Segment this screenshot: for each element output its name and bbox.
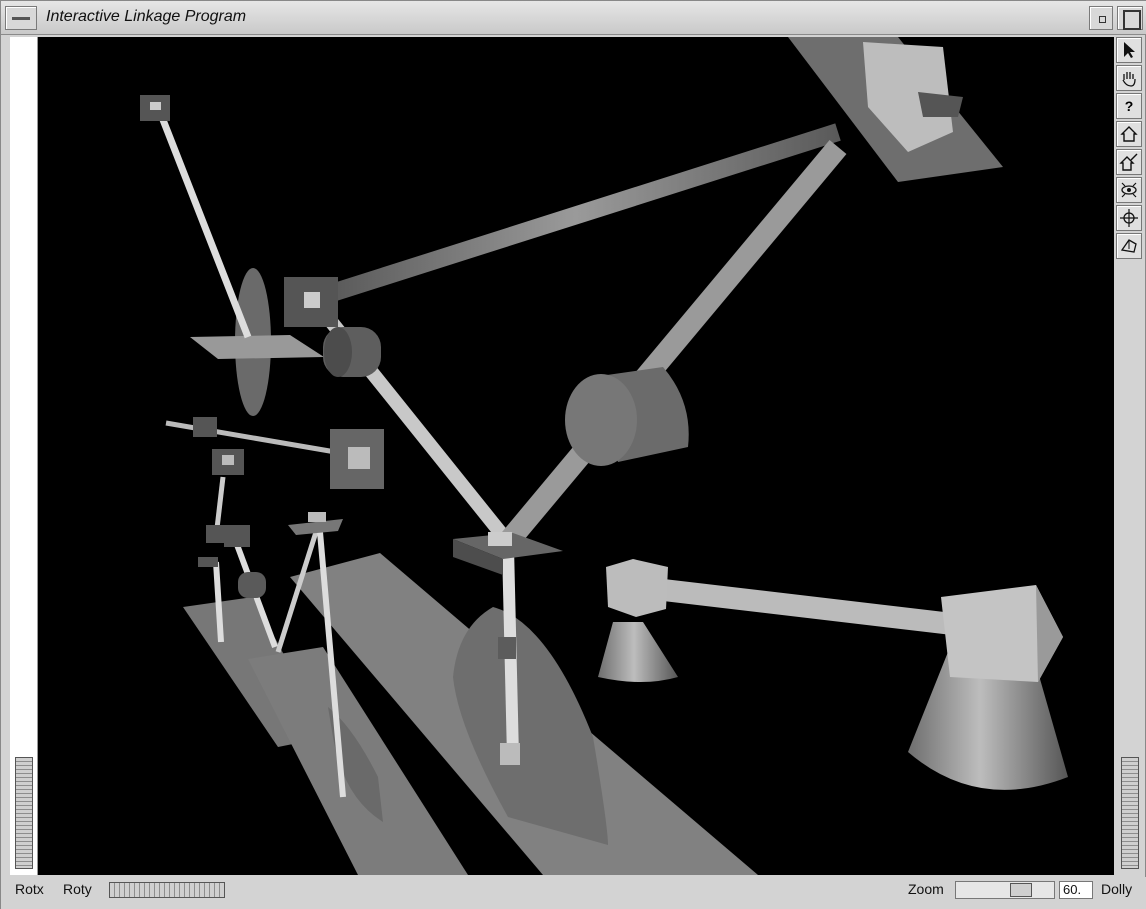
seek-button[interactable] <box>1116 205 1142 231</box>
app-window: Interactive Linkage Program ? Rotx Roty … <box>0 0 1146 909</box>
window-title: Interactive Linkage Program <box>46 8 247 25</box>
small-cylinder <box>238 572 266 598</box>
pointer-button[interactable] <box>1116 37 1142 63</box>
zoom-value-field[interactable]: 60. <box>1059 881 1093 899</box>
roty-label: Roty <box>63 881 92 897</box>
cylinder-large-end <box>565 374 637 466</box>
dolly-label: Dolly <box>1101 881 1133 897</box>
3d-viewer[interactable] <box>38 37 1114 875</box>
cube-large-side <box>1036 585 1063 682</box>
cube-small <box>606 559 668 617</box>
rod-1 <box>154 105 252 339</box>
linkage-scene <box>140 37 1068 875</box>
mid-block <box>498 637 516 659</box>
minimize-button[interactable] <box>1089 6 1113 30</box>
set-home-button[interactable] <box>1116 149 1142 175</box>
foot-block <box>500 743 520 765</box>
block-face-1-inner <box>348 447 370 469</box>
roty-thumbwheel[interactable] <box>109 882 225 898</box>
rotx-thumbwheel[interactable] <box>15 757 33 869</box>
home-icon <box>1120 126 1138 142</box>
hand-button[interactable] <box>1116 65 1142 91</box>
small-joint <box>198 557 218 567</box>
left-decoration-strip <box>10 37 38 875</box>
help-icon: ? <box>1124 98 1134 114</box>
top-block-slot <box>918 92 963 117</box>
projection-icon <box>1120 239 1137 253</box>
small-block-2 <box>193 417 217 437</box>
cone-small <box>598 622 678 682</box>
lower-rod <box>636 576 980 638</box>
main-rod-long <box>499 139 847 550</box>
small-block-1-face <box>150 102 161 110</box>
small-block-5 <box>224 525 250 547</box>
seek-icon <box>1120 209 1138 227</box>
dolly-thumbwheel[interactable] <box>1121 757 1139 869</box>
view-all-button[interactable] <box>1116 177 1142 203</box>
title-bar[interactable]: Interactive Linkage Program <box>1 1 1146 35</box>
pointer-arrow-icon <box>1124 42 1135 58</box>
projection-button[interactable] <box>1116 233 1142 259</box>
small-top-plate-knob <box>308 512 326 522</box>
set-home-icon <box>1119 153 1138 171</box>
zoom-label: Zoom <box>908 881 944 897</box>
cylinder-small-end <box>324 327 352 377</box>
bottom-bar: Rotx Roty Zoom 60. Dolly <box>1 877 1146 909</box>
small-block-3-face <box>222 455 234 465</box>
joint-plate-1-face <box>304 292 320 308</box>
main-rod-top <box>310 123 841 308</box>
zoom-slider-knob[interactable] <box>1010 883 1032 897</box>
home-button[interactable] <box>1116 121 1142 147</box>
help-button[interactable]: ? <box>1116 93 1142 119</box>
window-menu-button[interactable] <box>5 6 37 30</box>
hand-icon <box>1122 72 1136 87</box>
small-plate <box>190 335 324 359</box>
joint-plate-2-knob <box>488 532 512 546</box>
view-all-icon <box>1121 182 1137 198</box>
maximize-button[interactable] <box>1117 6 1143 30</box>
disc-2 <box>453 607 608 845</box>
viewer-toolbar: ? <box>1114 35 1144 875</box>
zoom-slider[interactable] <box>955 881 1055 899</box>
rotx-label: Rotx <box>15 881 44 897</box>
